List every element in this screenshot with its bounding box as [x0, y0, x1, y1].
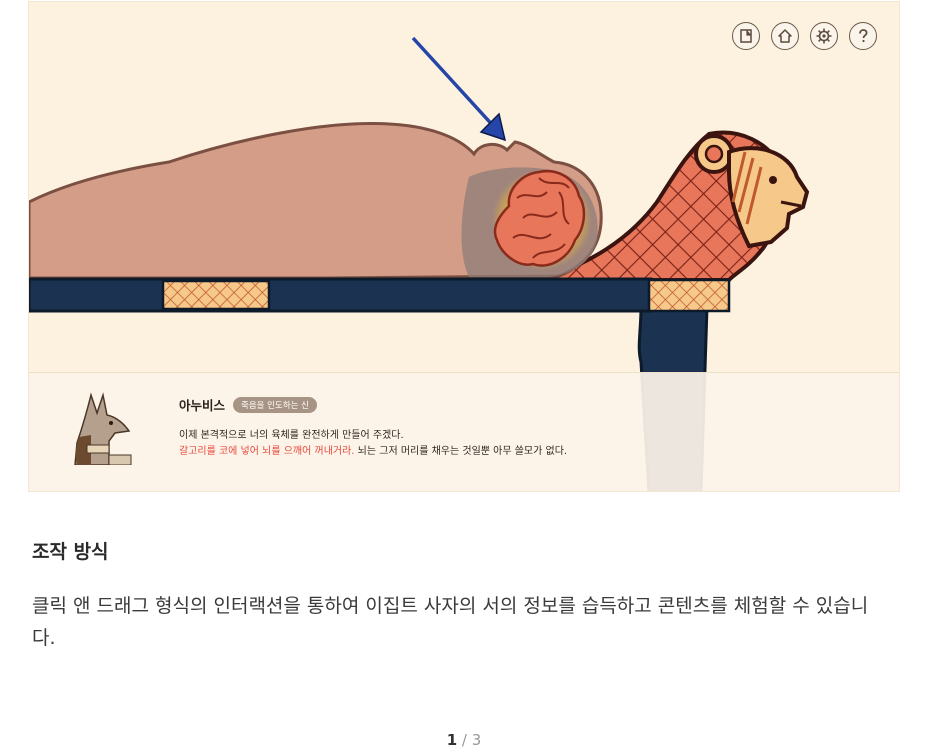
home-button[interactable] [771, 22, 799, 50]
speaker-role-badge: 죽음을 인도하는 신 [233, 396, 317, 413]
bed-rail [29, 277, 653, 313]
dialog-line-2: 갈고리를 코에 넣어 뇌를 으깨어 꺼내거라. 뇌는 그저 머리를 채우는 것일… [179, 442, 567, 457]
speaker-row: 아누비스 죽음을 인도하는 신 [179, 395, 317, 414]
top-toolbar [732, 22, 877, 50]
book-page-icon [740, 29, 752, 43]
lion-head [727, 146, 810, 249]
anubis-portrait [74, 392, 132, 465]
bed-panel-left [161, 279, 271, 311]
settings-button[interactable] [810, 22, 838, 50]
help-button[interactable] [849, 22, 877, 50]
hint-arrow [411, 36, 499, 132]
bookmark-button[interactable] [732, 22, 760, 50]
home-icon [778, 29, 792, 43]
bed-panel-right [647, 278, 731, 313]
section-description: 클릭 앤 드래그 형식의 인터랙션을 통하여 이집트 사자의 서의 정보를 습득… [32, 595, 869, 649]
section-title: 조작 방식 [32, 541, 109, 563]
page-current: 1 [446, 731, 458, 749]
page-separator: / [457, 731, 472, 749]
dialog-box: 아누비스 죽음을 인도하는 신 이제 본격적으로 너의 육체를 완전하게 만들어… [29, 372, 899, 491]
question-icon [859, 29, 868, 43]
page-total: 3 [471, 731, 482, 749]
dialog-line-2-rest: 뇌는 그저 머리를 채우는 것일뿐 아무 쓸모가 없다. [354, 446, 568, 457]
speaker-name: 아누비스 [179, 398, 226, 413]
gear-icon [816, 28, 832, 44]
dialog-line-1: 이제 본격적으로 너의 육체를 완전하게 만들어 주겠다. [179, 430, 404, 441]
dialog-instruction-highlight: 갈고리를 코에 넣어 뇌를 으깨어 꺼내거라. [179, 446, 355, 457]
game-stage[interactable]: 아누비스 죽음을 인도하는 신 이제 본격적으로 너의 육체를 완전하게 만들어… [28, 1, 900, 492]
pagination: 1 / 3 [0, 731, 928, 749]
